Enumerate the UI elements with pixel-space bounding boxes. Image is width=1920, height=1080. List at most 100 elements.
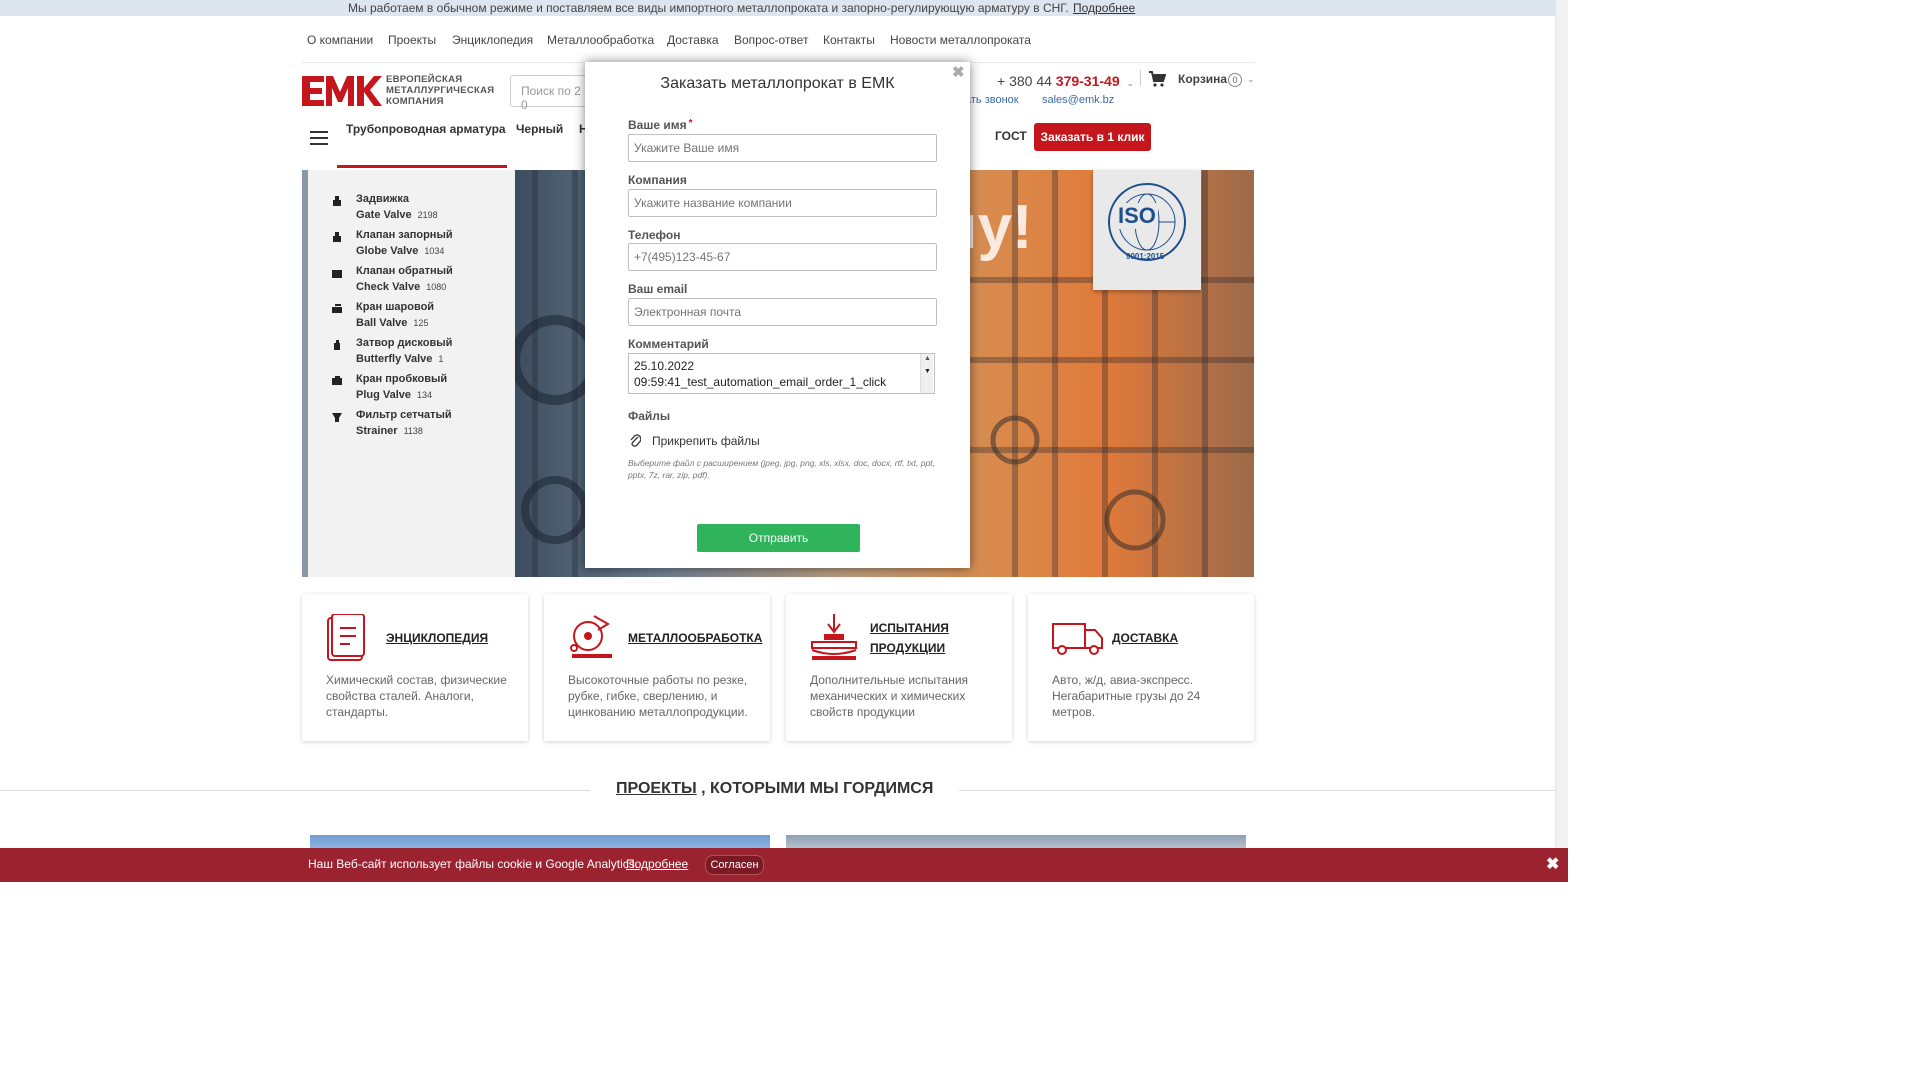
catnav-item-gost[interactable]: ГОСТ <box>995 129 1027 143</box>
page-scrollbar[interactable] <box>1555 0 1568 882</box>
card-text: Высокоточные работы по резке, рубке, гиб… <box>568 673 748 719</box>
book-icon <box>327 614 365 661</box>
catnav-item-black[interactable]: Черный <box>516 122 563 152</box>
nav-item-projects[interactable]: Проекты <box>388 33 436 53</box>
valve-name-en: Globe Valve <box>356 245 419 257</box>
order-one-click-button[interactable]: Заказать в 1 клик <box>1034 123 1151 151</box>
cookie-text: Наш Веб-сайт использует файлы cookie и G… <box>308 857 639 871</box>
comment-line-2: 09:59:41_test_automation_email_order_1_c… <box>634 375 887 389</box>
attach-files-link[interactable]: Прикрепить файлы <box>652 434 760 448</box>
cookie-agree-button[interactable]: Согласен <box>705 855 764 875</box>
email-field[interactable] <box>628 298 937 326</box>
ball-valve-icon <box>332 304 342 314</box>
comment-line-1: 25.10.2022 <box>634 359 695 373</box>
valve-name-en: Butterfly Valve <box>356 353 433 365</box>
valve-name-ru: Задвижка <box>356 193 409 205</box>
valve-name-en: Gate Valve <box>356 209 412 221</box>
card-text: Авто, ж/д, авиа-экспресс. Негабаритные г… <box>1052 673 1201 719</box>
top-info-message: Мы работаем в обычном режиме и поставляе… <box>348 1 1069 15</box>
name-label-text: Ваше имя <box>628 118 687 132</box>
callback-link[interactable]: ать звонок <box>965 94 1019 106</box>
valve-name-ru: Клапан обратный <box>356 265 453 277</box>
iso-badge <box>1093 170 1201 290</box>
nav-item-contacts[interactable]: Контакты <box>823 33 875 53</box>
active-category-indicator <box>337 165 507 168</box>
scroll-down-icon[interactable]: ▼ <box>924 368 931 375</box>
phone-prefix: + 380 44 <box>997 73 1052 89</box>
project-image[interactable] <box>786 835 1246 848</box>
butterfly-valve-icon <box>332 340 342 350</box>
paperclip-icon[interactable] <box>629 433 641 447</box>
order-modal: ✖ Заказать металлопрокат в ЕМК Ваше имя *… <box>585 62 970 568</box>
phone-number[interactable]: + 380 44 379-31-49 ⌄ <box>997 73 1134 89</box>
email-link[interactable]: sales@emk.bz <box>1042 94 1114 106</box>
valve-count: 2198 <box>417 210 438 220</box>
valve-count: 1 <box>438 354 444 364</box>
cart-icon[interactable] <box>1148 70 1166 88</box>
card-title[interactable]: ИСПЫТАНИЯ ПРОДУКЦИИ <box>870 618 949 658</box>
card-encyclopedia[interactable]: ЭНЦИКЛОПЕДИЯ Химический состав, физическ… <box>302 594 528 741</box>
catnav-item-pipeline-valves[interactable]: Трубопроводная арматура <box>346 122 506 152</box>
phone-label: Телефон <box>628 228 681 242</box>
project-image[interactable] <box>310 835 770 848</box>
valve-name-ru: Затвор дисковый <box>356 337 453 349</box>
file-types-hint: Выберите файл с расширением (jpeg, jpg, … <box>628 458 935 480</box>
card-title-line-1: ИСПЫТАНИЯ <box>870 621 949 635</box>
modal-title: Заказать металлопрокат в ЕМК <box>660 75 895 92</box>
card-title[interactable]: ЭНЦИКЛОПЕДИЯ <box>386 628 488 648</box>
nav-item-metalworking[interactable]: Металлообработка <box>547 33 654 53</box>
comment-textarea[interactable]: 25.10.2022 09:59:41_test_automation_emai… <box>628 353 935 394</box>
chevron-down-icon[interactable]: ⌄ <box>1127 78 1135 88</box>
check-valve-icon <box>332 268 342 278</box>
top-info-more-link[interactable]: Подробнее <box>1073 1 1135 15</box>
scroll-up-icon[interactable]: ▲ <box>924 355 931 362</box>
close-icon[interactable]: ✖ <box>1546 854 1559 874</box>
phone-field[interactable] <box>628 243 937 271</box>
menu-icon[interactable] <box>310 131 328 145</box>
chevron-down-icon[interactable]: ⌄ <box>1247 74 1255 85</box>
valve-name-ru: Кран пробковый <box>356 373 448 385</box>
nav-item-about[interactable]: О компании <box>307 33 373 53</box>
card-text: Дополнительные испытания механических и … <box>810 673 969 719</box>
valve-count: 1138 <box>403 426 423 436</box>
valve-name-ru: Кран шаровой <box>356 301 435 313</box>
cart-label[interactable]: Корзина <box>1178 72 1227 86</box>
valve-count: 134 <box>417 390 433 400</box>
cookie-more-link[interactable]: Подробнее <box>626 857 688 871</box>
company-field[interactable] <box>628 189 937 217</box>
valve-name-ru: Фильтр сетчатый <box>356 409 452 421</box>
valve-name-en: Plug Valve <box>356 389 412 401</box>
nav-item-delivery[interactable]: Доставка <box>667 33 719 53</box>
logo-text: ЕВРОПЕЙСКАЯ МЕТАЛЛУРГИЧЕСКАЯ КОМПАНИЯ <box>386 74 494 107</box>
textarea-scrollbar[interactable]: ▲ ▼ <box>920 354 933 393</box>
valve-count: 125 <box>413 318 429 328</box>
nav-item-news[interactable]: Новости металлопроката <box>890 33 1031 53</box>
card-testing[interactable]: ИСПЫТАНИЯ ПРОДУКЦИИ Дополнительные испыт… <box>786 594 1012 741</box>
logo-line-2: МЕТАЛЛУРГИЧЕСКАЯ <box>386 85 495 96</box>
card-metalworking[interactable]: МЕТАЛЛООБРАБОТКА Высокоточные работы по … <box>544 594 770 741</box>
projects-link[interactable]: ПРОЕКТЫ <box>616 780 697 797</box>
comment-label: Комментарий <box>628 337 709 351</box>
name-label: Ваше имя * <box>628 118 693 132</box>
strainer-icon <box>332 412 342 422</box>
email-label: Ваш email <box>628 282 688 296</box>
card-title[interactable]: МЕТАЛЛООБРАБОТКА <box>628 628 762 648</box>
valve-count: 1034 <box>424 246 445 256</box>
required-marker: * <box>688 118 693 129</box>
card-text: Химический состав, физические свойства с… <box>326 673 507 719</box>
nav-item-faq[interactable]: Вопрос-ответ <box>734 33 808 53</box>
phone-digits: 379-31-49 <box>1055 73 1120 89</box>
header-divider <box>1140 70 1141 86</box>
nav-item-encyclopedia[interactable]: Энциклопедия <box>452 33 533 53</box>
testing-press-icon <box>811 614 857 660</box>
company-logo[interactable]: ЕВРОПЕЙСКАЯ МЕТАЛЛУРГИЧЕСКАЯ КОМПАНИЯ <box>302 74 496 108</box>
projects-heading-rest: , КОТОРЫМИ МЫ ГОРДИМСЯ <box>701 780 934 797</box>
card-title-line-2: ПРОДУКЦИИ <box>870 641 946 655</box>
truck-icon <box>1052 623 1103 655</box>
company-label: Компания <box>628 173 687 187</box>
card-title[interactable]: ДОСТАВКА <box>1112 628 1178 648</box>
card-delivery[interactable]: ДОСТАВКА Авто, ж/д, авиа-экспресс. Негаб… <box>1028 594 1254 741</box>
emk-logo-mark <box>302 76 382 106</box>
name-field[interactable] <box>628 134 937 162</box>
submit-button[interactable]: Отправить <box>697 524 860 552</box>
